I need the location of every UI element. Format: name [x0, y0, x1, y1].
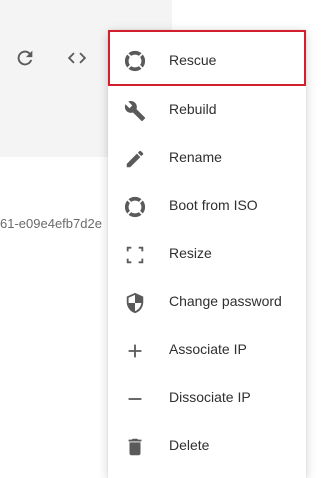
menu-item-label: Rename	[169, 149, 222, 165]
minus-icon	[124, 388, 146, 410]
menu-item-label: Associate IP	[169, 341, 247, 357]
menu-item-boot-from-iso[interactable]: Boot from ISO	[108, 182, 306, 230]
code-icon	[66, 47, 88, 69]
menu-item-label: Rebuild	[169, 101, 217, 117]
menu-item-delete[interactable]: Delete	[108, 422, 306, 470]
menu-item-rescue[interactable]: Rescue	[108, 30, 306, 86]
menu-item-resize[interactable]: Resize	[108, 230, 306, 278]
menu-item-label: Resize	[169, 245, 212, 261]
menu-item-change-password[interactable]: Change password	[108, 278, 306, 326]
menu-item-label: Dissociate IP	[169, 389, 251, 405]
code-button[interactable]	[63, 44, 91, 72]
lifebuoy-icon	[124, 50, 146, 72]
refresh-button[interactable]	[11, 44, 39, 72]
menu-item-label: Boot from ISO	[169, 197, 258, 213]
lifebuoy-icon	[124, 196, 146, 218]
menu-item-label: Rescue	[169, 52, 217, 68]
pencil-icon	[124, 148, 146, 170]
actions-menu: Rescue Rebuild Rename Boot from ISO Resi…	[108, 30, 306, 478]
trash-icon	[124, 436, 146, 458]
menu-item-label: Delete	[169, 437, 210, 453]
menu-item-dissociate-ip[interactable]: Dissociate IP	[108, 374, 306, 422]
resize-icon	[124, 244, 146, 266]
menu-item-rename[interactable]: Rename	[108, 134, 306, 182]
wrench-icon	[124, 100, 146, 122]
menu-item-rebuild[interactable]: Rebuild	[108, 86, 306, 134]
shield-icon	[124, 292, 146, 314]
menu-item-label: Change password	[169, 293, 282, 309]
plus-icon	[124, 340, 146, 362]
instance-id-text: 61-e09e4efb7d2e	[0, 216, 102, 231]
menu-item-associate-ip[interactable]: Associate IP	[108, 326, 306, 374]
refresh-icon	[14, 47, 36, 69]
